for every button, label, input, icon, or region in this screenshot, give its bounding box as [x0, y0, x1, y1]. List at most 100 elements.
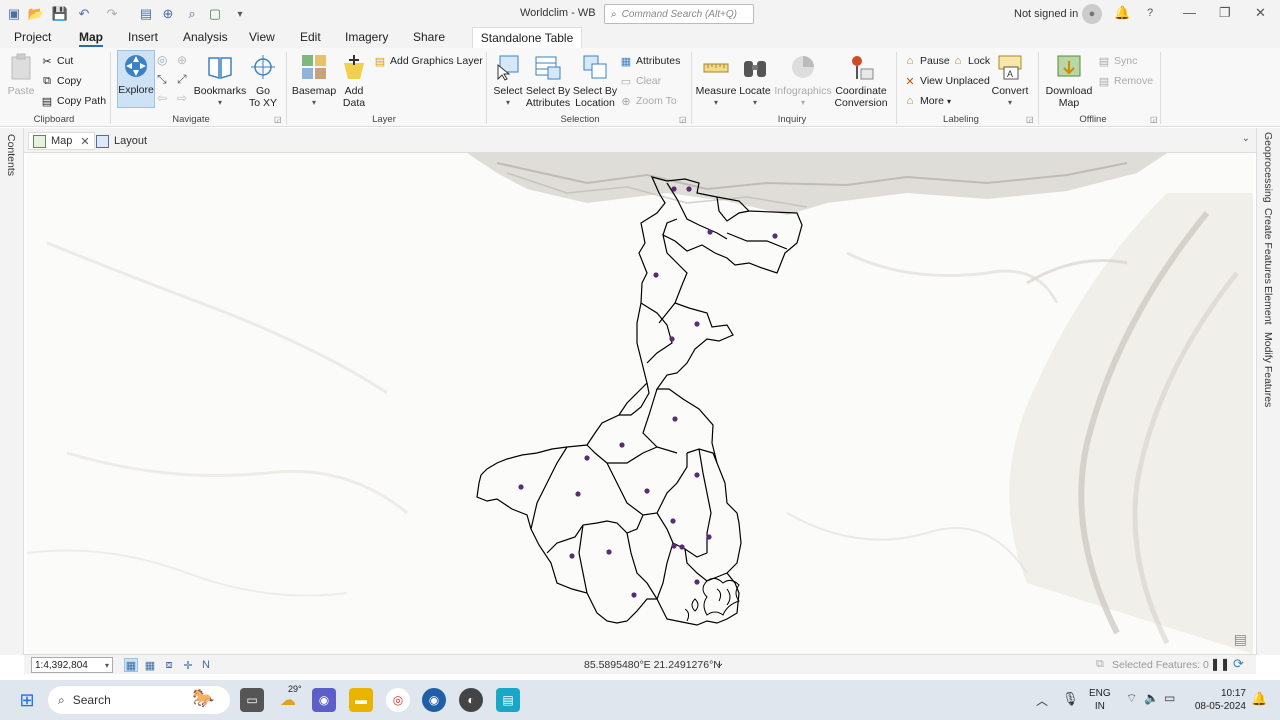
minimize-button[interactable]: — [1183, 5, 1196, 20]
next-extent-icon[interactable]: ⇨ [177, 91, 187, 105]
tab-standalone-table[interactable]: Standalone Table [472, 27, 582, 48]
microphone-icon[interactable]: 🎙 [1062, 691, 1079, 707]
previous-extent-icon[interactable]: ⇦ [157, 91, 167, 105]
remove-button[interactable]: ▤ Remove [1097, 73, 1153, 89]
coordinate-format-dropdown-icon[interactable]: ⌄ [716, 658, 724, 669]
taskbar-search[interactable]: ⌕ Search 🐎 [48, 686, 230, 714]
create-features-pane-tab[interactable]: Create Features [1262, 208, 1274, 284]
customize-dropdown-icon[interactable]: ▾ [232, 6, 248, 22]
refresh-icon[interactable]: ⟳ [1233, 656, 1244, 672]
offline-launcher-icon[interactable]: ◲ [1150, 115, 1158, 124]
scale-selector[interactable]: 1:4,392,804 ▾ [31, 657, 113, 673]
tab-imagery[interactable]: Imagery [345, 30, 388, 44]
view-tabs-dropdown-icon[interactable]: ⌄ [1242, 133, 1250, 144]
north-arrow-icon[interactable]: N [199, 658, 213, 672]
show-hidden-icons[interactable]: ︿ [1036, 692, 1048, 709]
maximize-button[interactable]: ❐ [1219, 5, 1231, 21]
grid-icon[interactable]: ▦ [143, 658, 157, 672]
contents-pane-tab[interactable]: Contents [5, 134, 17, 176]
undo-icon[interactable]: ↶ [76, 6, 92, 22]
navigate-launcher-icon[interactable]: ◲ [274, 115, 282, 124]
element-pane-tab[interactable]: Element [1262, 286, 1274, 325]
pause-drawing-icon[interactable]: ❚❚ [1210, 657, 1230, 671]
labeling-launcher-icon[interactable]: ◲ [1026, 115, 1034, 124]
help-button[interactable]: ? [1147, 7, 1153, 19]
explore-button[interactable]: Explore [117, 50, 155, 108]
input-language[interactable]: ENG IN [1089, 687, 1111, 713]
cut-button[interactable]: ✂ Cut [40, 53, 73, 69]
lock-labeling-button[interactable]: ⌂ Lock [951, 53, 991, 69]
basemap-button[interactable]: Basemap ▾ [292, 52, 336, 109]
open-icon[interactable]: 📂 [28, 6, 44, 22]
clear-selection-button[interactable]: ▭ Clear [619, 73, 661, 89]
windows-start-icon[interactable]: ⊞ [15, 688, 39, 712]
battery-icon[interactable]: ▭ [1164, 691, 1175, 705]
tab-share[interactable]: Share [413, 30, 445, 44]
save-icon[interactable]: 💾 [52, 6, 68, 22]
obs-icon[interactable]: ◐ [459, 688, 483, 712]
more-labeling-button[interactable]: ⌂ More ▾ [903, 93, 951, 109]
redo-icon[interactable]: ↷ [104, 6, 120, 22]
geoprocessing-pane-tab[interactable]: Geoprocessing [1262, 132, 1274, 203]
binoculars-icon[interactable]: ⌕ [184, 6, 200, 22]
full-extent-icon[interactable]: ◎ [157, 53, 167, 67]
zoom-to-button[interactable]: ⊕ Zoom To [619, 93, 676, 109]
coordinate-conversion-button[interactable]: Coordinate Conversion [834, 52, 888, 109]
tab-project[interactable]: Project [14, 30, 51, 44]
tab-insert[interactable]: Insert [128, 30, 158, 44]
locate-button[interactable]: Locate ▾ [738, 52, 772, 109]
signin-status[interactable]: Not signed in [1014, 8, 1078, 20]
tab-map-view[interactable]: Map ✕ [28, 132, 95, 150]
task-view-icon[interactable]: ▭ [240, 688, 264, 712]
tab-analysis[interactable]: Analysis [183, 30, 228, 44]
select-by-location-button[interactable]: Select By Location [572, 52, 618, 109]
view-unplaced-button[interactable]: ✕ View Unplaced [903, 73, 989, 89]
map-view[interactable]: ▤ [27, 153, 1253, 654]
sync-button[interactable]: ▤ Sync [1097, 53, 1138, 69]
teams-icon[interactable]: ◉ [312, 688, 336, 712]
zoom-icon[interactable]: ⊕ [160, 6, 176, 22]
copy-path-button[interactable]: ▤ Copy Path [40, 93, 106, 109]
crosshair-icon[interactable]: ✛ [181, 658, 195, 672]
snapping-icon[interactable]: ⧈ [162, 658, 176, 672]
tab-map[interactable]: Map [79, 30, 103, 47]
new-map-icon[interactable]: ▤ [138, 6, 154, 22]
close-window-button[interactable]: ✕ [1255, 5, 1266, 21]
map-view-mode-icon[interactable]: ▦ [124, 658, 138, 672]
wifi-icon[interactable]: ⌔ [1126, 691, 1137, 706]
tab-layout-view[interactable]: Layout [92, 132, 151, 150]
notepad-icon[interactable]: ▤ [496, 688, 520, 712]
layout-icon[interactable]: ▢ [207, 6, 223, 22]
notification-bell-icon[interactable]: 🔔 [1251, 691, 1267, 707]
add-graphics-layer-button[interactable]: ▤ Add Graphics Layer [373, 53, 483, 69]
add-data-button[interactable]: Add Data [338, 52, 370, 109]
modify-features-pane-tab[interactable]: Modify Features [1262, 332, 1274, 407]
selected-features-count[interactable]: Selected Features: 0 [1112, 659, 1209, 671]
zoom-out-icon[interactable]: ⤢ [177, 72, 187, 87]
tab-edit[interactable]: Edit [300, 30, 321, 44]
volume-icon[interactable]: 🔈 [1144, 691, 1159, 705]
go-to-xy-button[interactable]: Go To XY [247, 52, 279, 109]
close-icon[interactable]: ✕ [80, 135, 89, 148]
map-canvas[interactable] [27, 153, 1253, 654]
fixed-zoom-icon[interactable]: ⊕ [177, 53, 187, 67]
clock[interactable]: 10:17 08-05-2024 [1192, 687, 1246, 713]
bookmarks-button[interactable]: Bookmarks ▾ [194, 52, 246, 109]
file-explorer-icon[interactable]: ▬ [349, 688, 373, 712]
zoom-in-icon[interactable]: ⤡ [157, 72, 167, 87]
convert-button[interactable]: A Convert ▾ [990, 52, 1030, 109]
copy-button[interactable]: ⧉ Copy [40, 73, 81, 89]
select-button[interactable]: Select ▾ [492, 52, 524, 109]
avatar[interactable]: ● [1082, 4, 1102, 24]
tab-view[interactable]: View [249, 30, 275, 44]
selection-launcher-icon[interactable]: ◲ [679, 115, 687, 124]
infographics-button[interactable]: Infographics ▾ [774, 52, 832, 109]
download-map-button[interactable]: Download Map [1043, 52, 1095, 109]
arcgis-pro-icon[interactable]: ◉ [422, 688, 446, 712]
select-by-attributes-button[interactable]: Select By Attributes [525, 52, 571, 109]
command-search-input[interactable]: ⌕ Command Search (Alt+Q) [604, 4, 754, 24]
measure-button[interactable]: Measure ▾ [696, 52, 736, 109]
notifications-icon[interactable]: 🔔 [1114, 5, 1130, 21]
paste-button[interactable]: Paste [6, 52, 36, 97]
map-overlay-toggle-icon[interactable]: ▤ [1234, 631, 1247, 648]
